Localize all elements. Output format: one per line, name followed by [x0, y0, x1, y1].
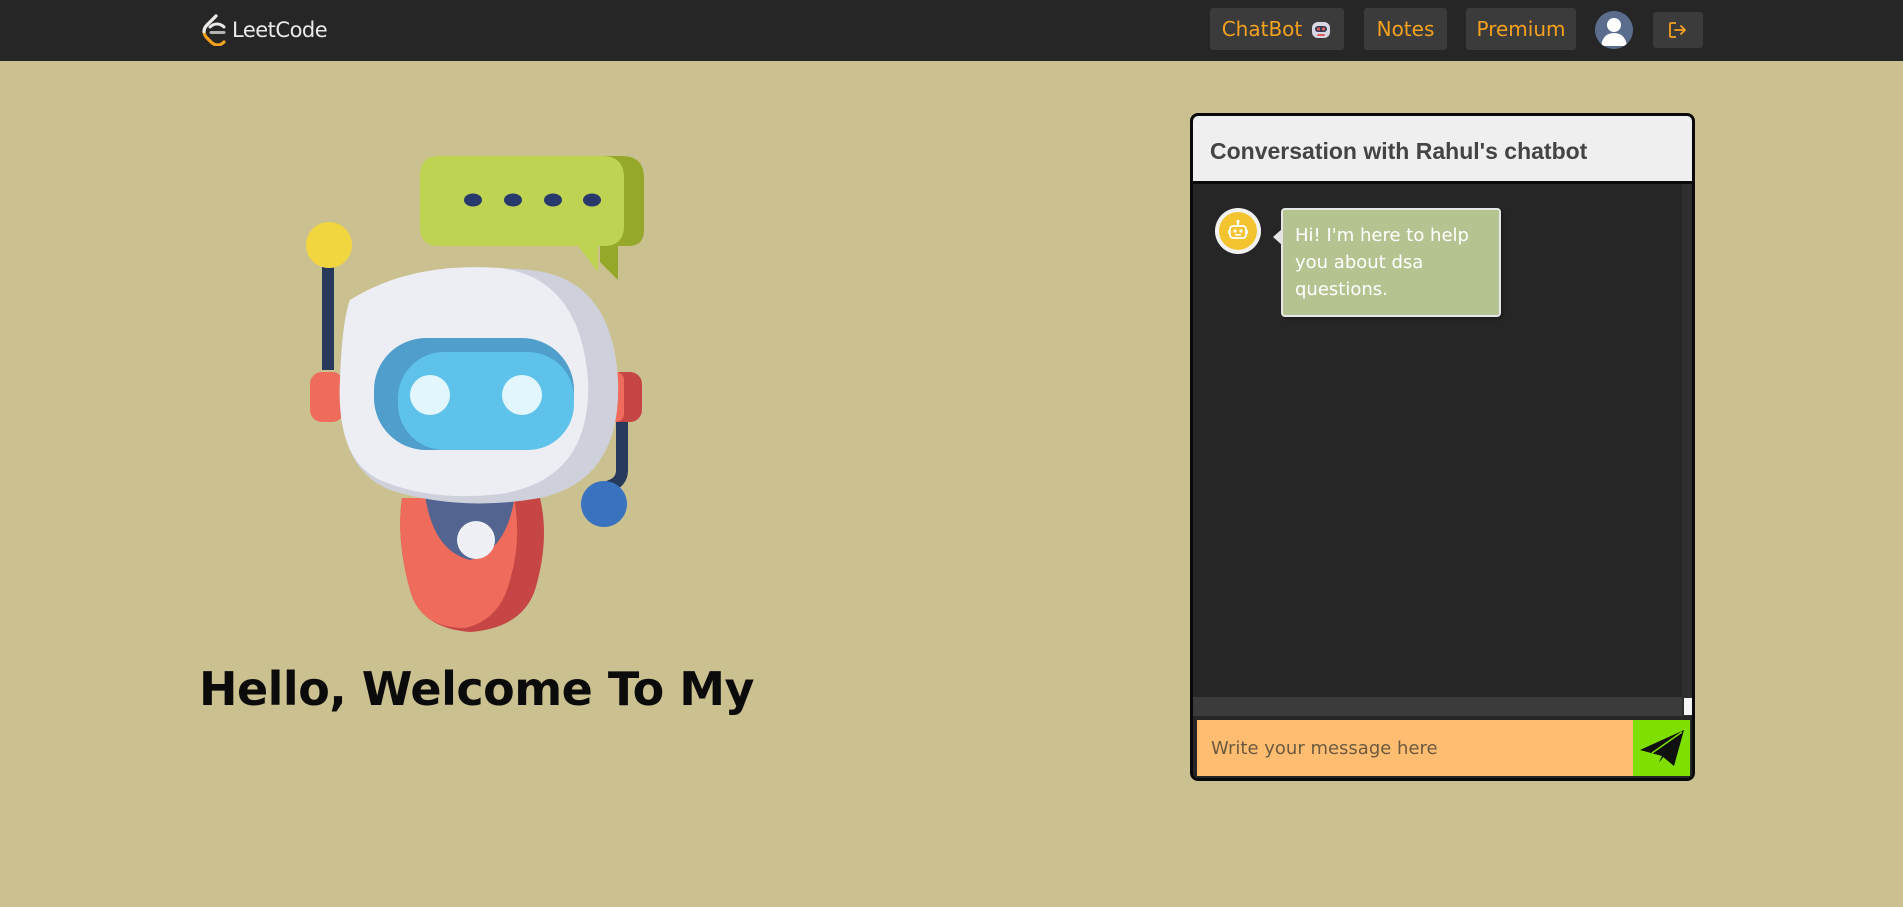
- top-navbar: LeetCode ChatBot Notes Premium: [0, 0, 1903, 61]
- notes-nav-button[interactable]: Notes: [1364, 8, 1447, 50]
- message-input-area: [1193, 718, 1692, 778]
- robot-emoji-icon: [1312, 22, 1331, 38]
- bot-message-bubble: Hi! I'm here to help you about dsa quest…: [1281, 208, 1501, 317]
- send-button[interactable]: [1633, 720, 1690, 776]
- logout-button[interactable]: [1653, 12, 1703, 48]
- logout-icon: [1669, 22, 1686, 38]
- premium-nav-label: Premium: [1476, 17, 1566, 41]
- paper-plane-icon: [1639, 730, 1684, 766]
- bot-avatar-inner: [1219, 212, 1257, 250]
- bot-avatar: [1215, 208, 1261, 254]
- chat-title: Conversation with Rahul's chatbot: [1210, 138, 1588, 164]
- vertical-scrollbar[interactable]: [1682, 184, 1692, 716]
- chatbot-nav-button[interactable]: ChatBot: [1210, 8, 1344, 50]
- user-avatar-icon: [1595, 11, 1633, 49]
- premium-nav-button[interactable]: Premium: [1466, 8, 1576, 50]
- scrollbar-thumb[interactable]: [1684, 698, 1692, 715]
- robot-avatar-icon: [1228, 219, 1248, 239]
- leetcode-logo-icon: [202, 14, 226, 46]
- welcome-heading: Hello, Welcome To My: [198, 662, 755, 716]
- message-input[interactable]: [1197, 720, 1633, 776]
- user-avatar[interactable]: [1595, 11, 1633, 49]
- notes-nav-label: Notes: [1376, 17, 1435, 41]
- chat-panel: Conversation with Rahul's chatbot Hi! I'…: [1190, 113, 1695, 781]
- chat-header: Conversation with Rahul's chatbot: [1193, 116, 1692, 184]
- logo-text: LeetCode: [232, 18, 328, 42]
- horizontal-scrollbar[interactable]: [1193, 697, 1682, 716]
- site-logo[interactable]: LeetCode: [202, 14, 328, 46]
- chatbot-nav-label: ChatBot: [1221, 17, 1303, 41]
- robot-illustration: [306, 156, 644, 632]
